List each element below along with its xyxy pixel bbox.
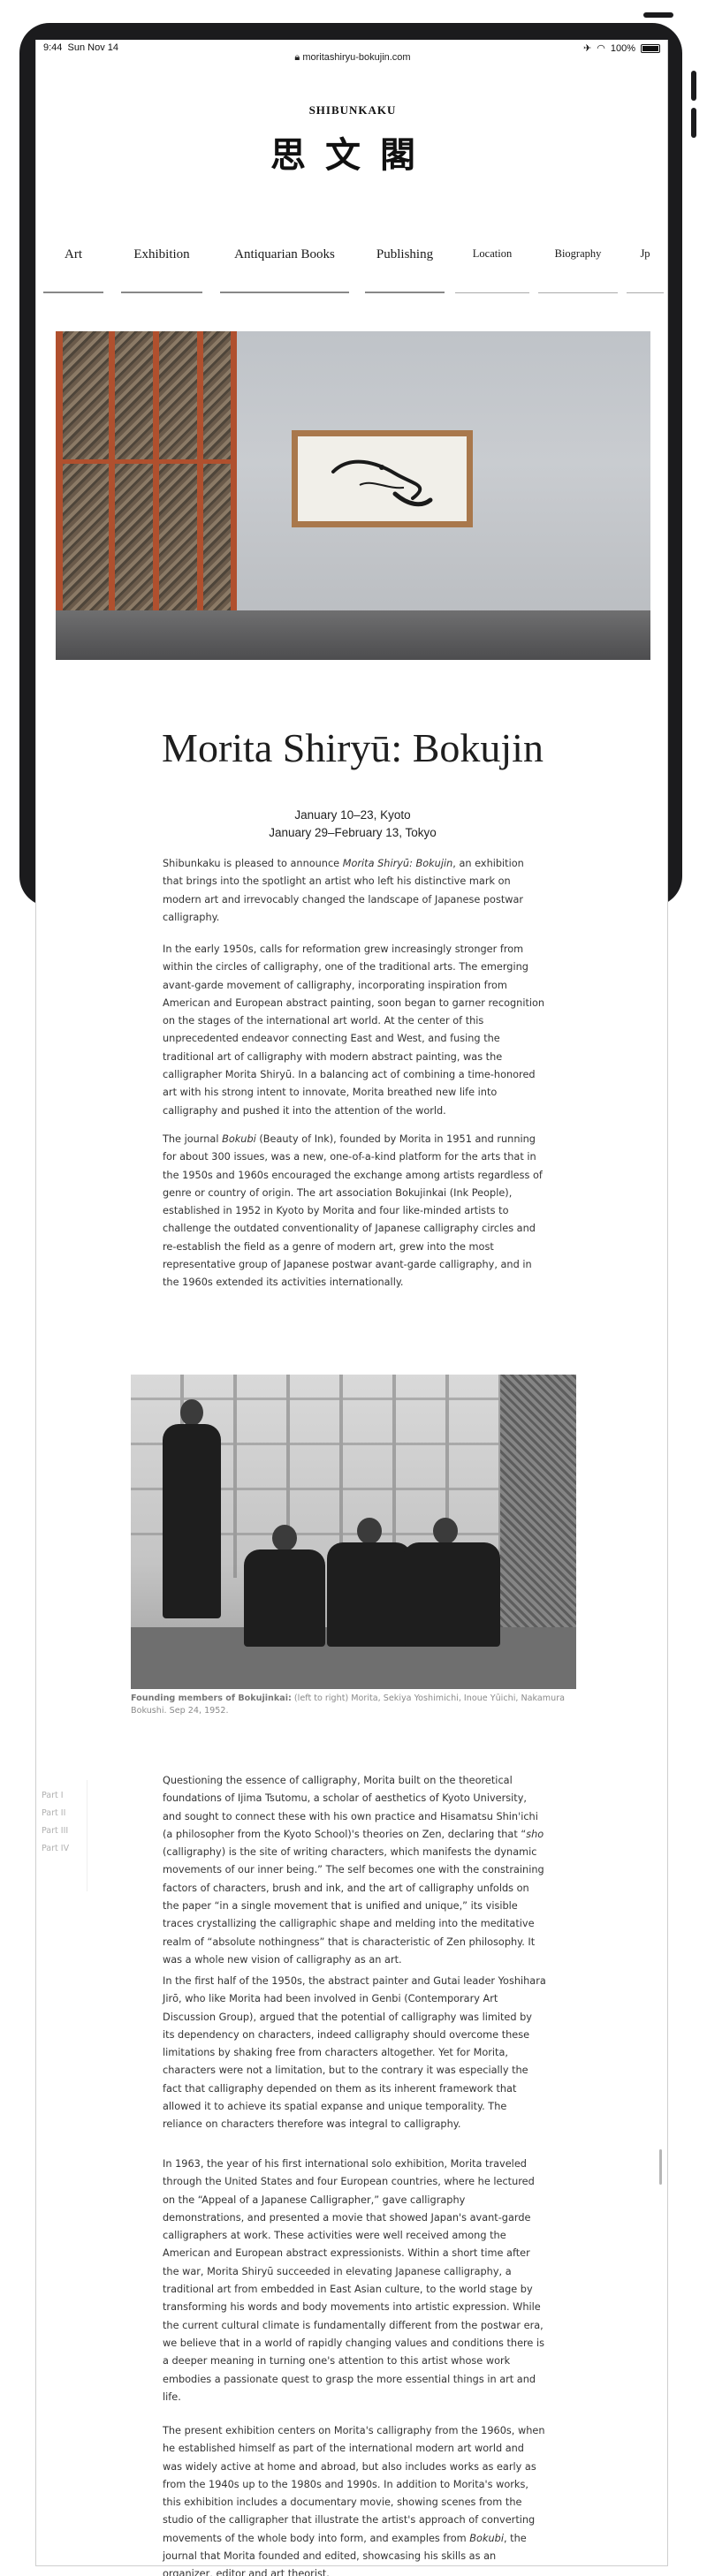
- parts-nav: Part I Part II Part III Part IV: [36, 1780, 87, 1891]
- dates-tokyo: January 29–February 13, Tokyo: [269, 826, 437, 839]
- brand-name[interactable]: SHIBUNKAKU: [36, 103, 669, 117]
- photo-caption: Founding members of Bokujinkai: (left to…: [131, 1693, 566, 1716]
- paragraph-1963-tour: In 1963, the year of his first internati…: [163, 2158, 545, 2403]
- paragraph-essence: Questioning the essence of calligraphy, …: [163, 1775, 544, 1966]
- part-1-link[interactable]: Part I: [42, 1787, 87, 1805]
- paragraph-bokubi-journal: The journal Bokubi (Beauty of Ink), foun…: [163, 1133, 543, 1289]
- paragraph-present-exhibition: The present exhibition centers on Morita…: [163, 2425, 545, 2576]
- nav-location[interactable]: Location: [455, 247, 529, 293]
- hero-floor: [56, 610, 650, 660]
- main-nav: Art Exhibition Antiquarian Books Publish…: [36, 247, 669, 293]
- volume-down-button: [691, 108, 696, 138]
- volume-up-button: [691, 71, 696, 101]
- hero-window-wall: [56, 331, 237, 610]
- url-text: moritashiryu-bokujin.com: [302, 52, 411, 63]
- brand-logo[interactable]: 思文閣: [36, 126, 669, 178]
- part-3-link[interactable]: Part III: [42, 1822, 87, 1840]
- exhibition-title: Morita Shiryū: Bokujin: [162, 725, 544, 770]
- part-2-link[interactable]: Part II: [42, 1805, 87, 1822]
- lock-icon: 🔒︎: [294, 52, 300, 63]
- battery-icon: [641, 43, 660, 53]
- browser-page: 9:44 Sun Nov 14 ✈ ◠ 100% 🔒︎ moritashiryu…: [35, 40, 669, 2576]
- page-scrollbar[interactable]: [659, 2149, 662, 2185]
- founding-members-photo: [131, 1375, 576, 1689]
- nav-art[interactable]: Art: [43, 247, 103, 293]
- address-bar[interactable]: 🔒︎ moritashiryu-bokujin.com: [36, 52, 669, 64]
- hero-image: [56, 331, 650, 660]
- paragraph-intro: Shibunkaku is pleased to announce Morita…: [163, 858, 524, 923]
- calligraphy-strokes: [331, 459, 433, 507]
- nav-language-jp[interactable]: Jp: [627, 247, 664, 293]
- hero-framed-calligraphy: [292, 430, 473, 527]
- nav-exhibition[interactable]: Exhibition: [121, 247, 202, 293]
- dates-kyoto: January 10–23, Kyoto: [294, 808, 411, 822]
- nav-antiquarian-books[interactable]: Antiquarian Books: [220, 247, 349, 293]
- part-4-link[interactable]: Part IV: [42, 1840, 87, 1858]
- exhibition-dates: January 10–23, Kyoto January 29–February…: [36, 807, 669, 842]
- nav-biography[interactable]: Biography: [538, 247, 618, 293]
- paragraph-reformation: In the early 1950s, calls for reformatio…: [163, 943, 545, 1117]
- power-button: [643, 12, 673, 18]
- nav-publishing[interactable]: Publishing: [365, 247, 445, 293]
- paragraph-yoshihara: In the first half of the 1950s, the abst…: [163, 1975, 546, 2131]
